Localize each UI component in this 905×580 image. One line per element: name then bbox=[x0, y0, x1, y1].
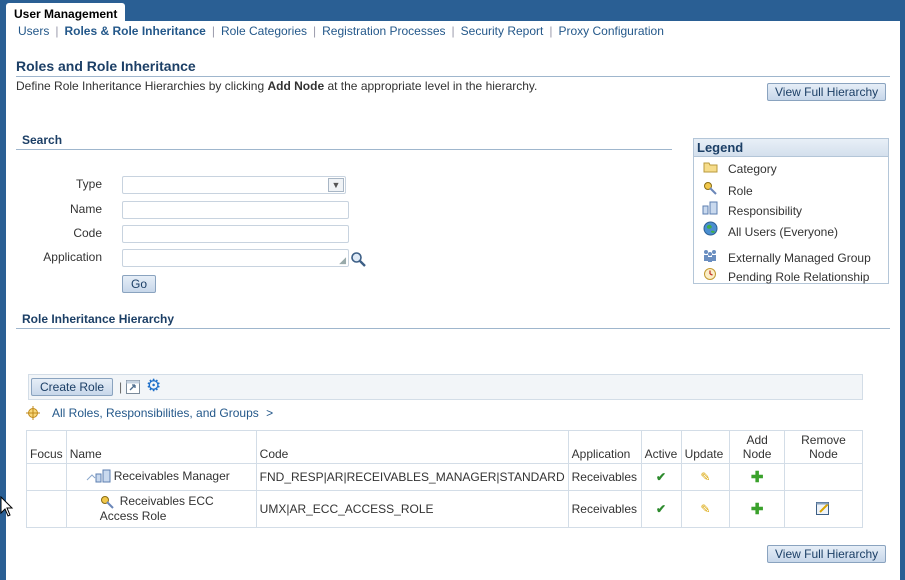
legend-item-pending: Pending Role Relationship bbox=[702, 267, 869, 284]
legend-heading: Legend bbox=[694, 139, 888, 157]
go-button[interactable]: Go bbox=[122, 275, 156, 293]
legend-item-category: Category bbox=[702, 161, 777, 176]
gear-icon[interactable]: ⚙ bbox=[146, 376, 161, 396]
type-select[interactable]: ▼ bbox=[122, 176, 346, 194]
breadcrumb-link[interactable]: All Roles, Responsibilities, and Groups bbox=[52, 406, 259, 420]
view-full-hierarchy-button-bottom[interactable]: View Full Hierarchy bbox=[767, 545, 887, 563]
table-row: Receivables Manager FND_RESP|AR|RECEIVAB… bbox=[26, 463, 864, 491]
pencil-icon[interactable]: ✎ bbox=[700, 502, 710, 516]
breadcrumb-arrow: > bbox=[266, 406, 274, 420]
tab-role-categories[interactable]: Role Categories bbox=[215, 24, 313, 38]
col-code: Code bbox=[255, 430, 569, 464]
detach-icon[interactable] bbox=[125, 379, 141, 395]
name-field[interactable] bbox=[122, 201, 349, 219]
legend-item-responsibility: Responsibility bbox=[702, 201, 802, 218]
table-header-row: Focus Name Code Application Active Updat… bbox=[26, 430, 864, 464]
pencil-icon[interactable]: ✎ bbox=[700, 470, 710, 484]
key-icon bbox=[100, 496, 114, 509]
col-name: Name bbox=[65, 430, 257, 464]
chevron-down-icon[interactable]: ▼ bbox=[328, 178, 344, 192]
tab-users[interactable]: Users bbox=[12, 24, 55, 38]
code-label: Code bbox=[73, 226, 102, 240]
legend-item-role: Role bbox=[702, 181, 753, 198]
pending-icon bbox=[702, 267, 718, 284]
view-full-hierarchy-button-top[interactable]: View Full Hierarchy bbox=[767, 83, 887, 101]
page-description: Define Role Inheritance Hierarchies by c… bbox=[16, 79, 538, 93]
active-cell: ✔ bbox=[640, 463, 682, 491]
col-remove-node: Remove Node bbox=[783, 430, 864, 464]
tab-roles[interactable]: Roles & Role Inheritance bbox=[58, 24, 211, 38]
name-label: Name bbox=[69, 202, 102, 216]
toolbar-separator: | bbox=[119, 380, 123, 394]
application-label: Application bbox=[43, 250, 102, 264]
col-active: Active bbox=[640, 430, 682, 464]
search-icon[interactable] bbox=[350, 251, 367, 268]
role-name-line-2: Access Role bbox=[99, 509, 167, 523]
legend-item-external-group: Externally Managed Group bbox=[702, 248, 871, 265]
type-label: Type bbox=[75, 177, 102, 191]
table-row: Receivables ECC Access Role UMX|AR_ECC_A… bbox=[26, 490, 864, 528]
legend-item-all-users: All Users (Everyone) bbox=[702, 221, 838, 239]
add-node-cell: ✚ bbox=[729, 463, 785, 491]
hierarchy-heading: Role Inheritance Hierarchy bbox=[22, 312, 175, 326]
focus-cell bbox=[26, 463, 67, 491]
responsibility-icon bbox=[86, 469, 111, 482]
title-divider bbox=[16, 76, 890, 77]
tab-proxy-configuration[interactable]: Proxy Configuration bbox=[552, 24, 669, 38]
code-field[interactable] bbox=[122, 225, 349, 243]
checkmark-icon: ✔ bbox=[656, 502, 667, 516]
mouse-cursor-icon bbox=[0, 496, 14, 517]
application-field[interactable]: ◢ bbox=[122, 249, 349, 267]
update-cell: ✎ bbox=[680, 463, 731, 491]
legend-panel: Legend Category Role Responsibility All … bbox=[693, 138, 889, 284]
resize-icon: ◢ bbox=[339, 255, 346, 265]
key-icon bbox=[702, 181, 718, 198]
name-cell: Receivables Manager bbox=[65, 463, 257, 491]
add-icon[interactable]: ✚ bbox=[751, 501, 764, 518]
remove-node-cell bbox=[783, 490, 864, 528]
hierarchy-toolbar: Create Role | ⚙ bbox=[28, 374, 863, 400]
application-cell: Receivables bbox=[567, 490, 642, 528]
application-cell: Receivables bbox=[567, 463, 642, 491]
active-cell: ✔ bbox=[640, 490, 682, 528]
col-add-node: Add Node bbox=[729, 430, 785, 464]
remove-icon[interactable] bbox=[815, 500, 831, 516]
search-divider bbox=[16, 149, 672, 150]
tab-registration-processes[interactable]: Registration Processes bbox=[316, 24, 451, 38]
tab-security-report[interactable]: Security Report bbox=[455, 24, 550, 38]
globe-icon bbox=[702, 221, 718, 239]
code-cell: FND_RESP|AR|RECEIVABLES_MANAGER|STANDARD bbox=[255, 463, 569, 491]
hierarchy-table: Focus Name Code Application Active Updat… bbox=[26, 430, 864, 528]
page: Users | Roles & Role Inheritance | Role Cate… bbox=[6, 21, 900, 580]
code-cell: UMX|AR_ECC_ACCESS_ROLE bbox=[255, 490, 569, 528]
group-icon bbox=[702, 248, 718, 265]
role-name-line-1: Receivables ECC bbox=[119, 494, 214, 508]
col-focus: Focus bbox=[26, 430, 67, 464]
main-content: Roles and Role Inheritance Define Role I… bbox=[6, 44, 900, 580]
hierarchy-divider bbox=[16, 328, 890, 329]
search-heading: Search bbox=[22, 133, 63, 147]
breadcrumb[interactable]: All Roles, Responsibilities, and Groups … bbox=[52, 406, 273, 420]
page-title: Roles and Role Inheritance bbox=[16, 58, 196, 74]
remove-node-cell bbox=[783, 463, 864, 491]
checkmark-icon: ✔ bbox=[656, 470, 667, 484]
name-cell: Receivables ECC Access Role bbox=[65, 490, 257, 528]
update-cell: ✎ bbox=[680, 490, 731, 528]
role-name: Receivables Manager bbox=[113, 468, 230, 483]
col-update: Update bbox=[680, 430, 731, 464]
add-icon[interactable]: ✚ bbox=[751, 469, 764, 486]
subtab-bar: Users | Roles & Role Inheritance | Role Cate… bbox=[6, 21, 900, 44]
responsibility-icon bbox=[702, 201, 718, 218]
crosshair-icon bbox=[26, 406, 40, 420]
col-application: Application bbox=[567, 430, 642, 464]
create-role-button[interactable]: Create Role bbox=[31, 378, 114, 396]
folder-icon bbox=[702, 161, 718, 176]
focus-cell bbox=[26, 490, 67, 528]
add-node-cell: ✚ bbox=[729, 490, 785, 528]
